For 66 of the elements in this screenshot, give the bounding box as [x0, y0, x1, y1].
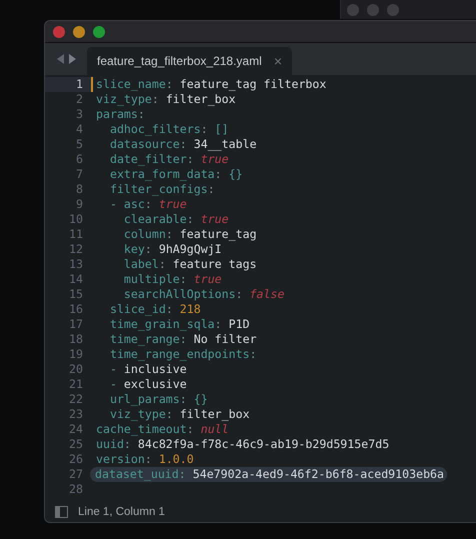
code-line: viz_type: filter_box [108, 407, 250, 422]
window-control-icon[interactable] [347, 4, 359, 16]
line-number: 24 [68, 422, 84, 437]
line-number: 3 [75, 107, 84, 122]
line-number: 18 [68, 332, 84, 347]
line-number: 7 [75, 167, 84, 182]
line-number: 17 [68, 317, 84, 332]
file-tab[interactable]: feature_tag_filterbox_218.yaml × [87, 47, 292, 75]
cursor-position: Line 1, Column 1 [78, 506, 165, 518]
line-number: 2 [75, 92, 84, 107]
line-number: 16 [68, 302, 84, 317]
line-number: 27 [68, 467, 84, 482]
line-number: 1 [45, 77, 91, 92]
code-line: - inclusive [108, 362, 187, 377]
code-line: extra_form_data: {} [108, 167, 243, 182]
code-line: - exclusive [108, 377, 187, 392]
line-number: 5 [75, 137, 84, 152]
code-line: time_grain_sqla: P1D [108, 317, 250, 332]
code-line: params: [95, 107, 145, 122]
code-line: time_range: No filter [108, 332, 257, 347]
line-number: 4 [75, 122, 84, 137]
back-arrow-icon[interactable] [56, 54, 64, 64]
window-control-icon[interactable] [367, 4, 379, 16]
code-line: time_range_endpoints: [108, 347, 257, 362]
code-line: column: feature_tag [122, 227, 257, 242]
window-control-icon[interactable] [387, 4, 399, 16]
code-line: slice_name: feature_tag filterbox [91, 77, 326, 92]
line-number: 13 [68, 257, 84, 272]
line-number: 28 [68, 482, 84, 497]
line-number: 10 [68, 212, 84, 227]
line-number: 12 [68, 242, 84, 257]
forward-arrow-icon[interactable] [68, 54, 76, 64]
line-number: 14 [68, 272, 84, 287]
code-line: datasource: 34__table [108, 137, 257, 152]
line-number: 21 [68, 377, 84, 392]
line-number: 19 [68, 347, 84, 362]
code-line: version: 1.0.0 [95, 452, 194, 467]
code-line: cache_timeout: null [95, 422, 229, 437]
line-number: 15 [68, 287, 84, 302]
code-line: slice_id: 218 [108, 302, 201, 317]
line-number: 25 [68, 437, 84, 452]
close-icon[interactable] [53, 26, 65, 38]
code-line: adhoc_filters: [] [108, 122, 229, 137]
maximize-icon[interactable] [93, 26, 105, 38]
code-line: multiple: true [122, 272, 222, 287]
line-number: 11 [68, 227, 84, 242]
code-line: date_filter: true [108, 152, 229, 167]
minimize-icon[interactable] [73, 26, 85, 38]
code-line: filter_configs: [108, 182, 215, 197]
line-number: 23 [68, 407, 84, 422]
code-line: clearable: true [122, 212, 229, 227]
line-number: 8 [75, 182, 84, 197]
code-line: dataset_uuid: 54e7902a-4ed9-46f2-b6f8-aced9103eb6a [90, 467, 448, 482]
line-number: 22 [68, 392, 84, 407]
code-line: - asc: true [108, 197, 187, 212]
code-line: key: 9hA9gQwjI [122, 242, 222, 257]
code-line: label: feature tags [122, 257, 257, 272]
code-line: viz_type: filter_box [95, 92, 236, 107]
sidebar-toggle-icon[interactable] [55, 506, 68, 518]
line-number: 20 [68, 362, 84, 377]
code-line: uuid: 84c82f9a-f78c-46c9-ab19-b29d5915e7d5 [95, 437, 390, 452]
code-line: url_params: {} [108, 392, 208, 407]
line-number: 6 [75, 152, 84, 167]
code-line: searchAllOptions: false [122, 287, 284, 302]
line-number: 26 [68, 452, 84, 467]
line-number: 9 [75, 197, 84, 212]
